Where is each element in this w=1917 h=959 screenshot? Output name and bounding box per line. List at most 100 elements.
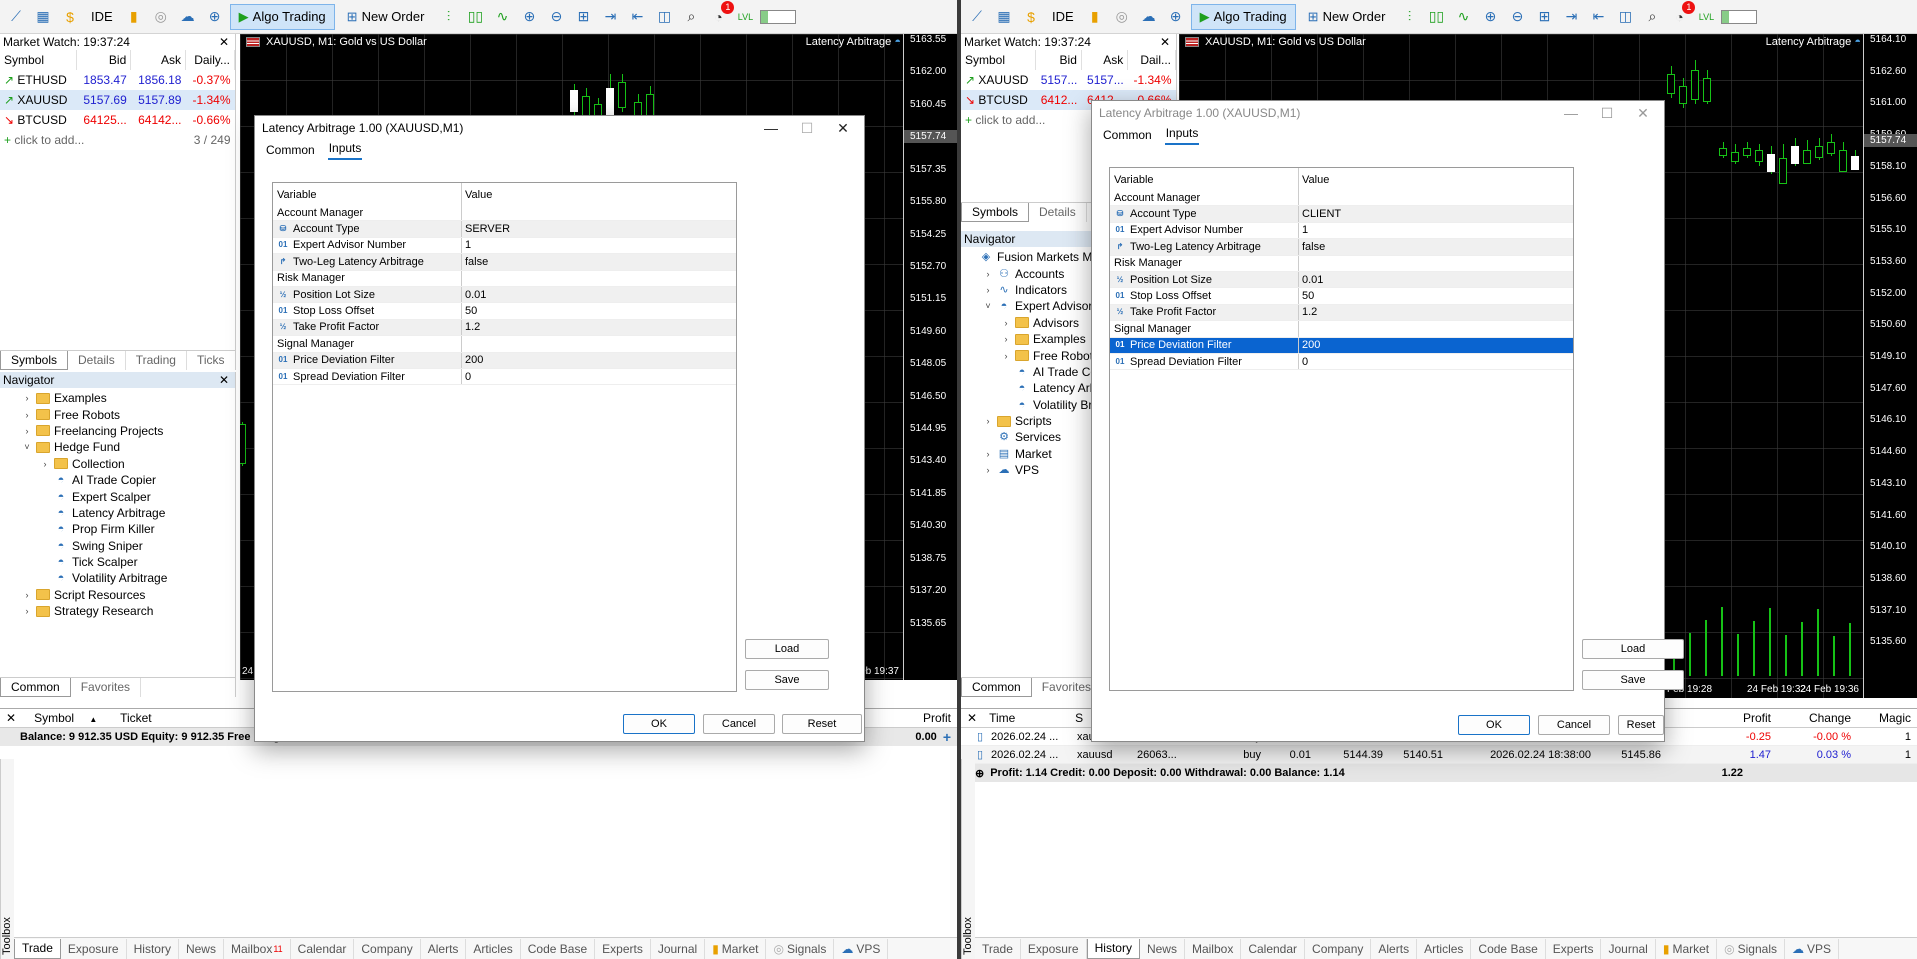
- close-icon[interactable]: ✕: [219, 373, 229, 387]
- tab-exposure[interactable]: Exposure: [61, 938, 127, 959]
- line-chart-icon[interactable]: ∿: [1451, 5, 1475, 29]
- grid-icon[interactable]: ⊞: [1532, 5, 1556, 29]
- tab-articles[interactable]: Articles: [1417, 938, 1472, 959]
- new-chart-icon[interactable]: ▦: [992, 5, 1016, 29]
- shop-icon[interactable]: ▮: [1083, 5, 1107, 29]
- expand-icon[interactable]: ›: [1001, 351, 1011, 361]
- market-icon[interactable]: $: [58, 5, 82, 29]
- input-row[interactable]: ½ Take Profit Factor 1.2: [273, 319, 736, 337]
- candles-icon[interactable]: ▯▯: [1424, 5, 1448, 29]
- tab-history[interactable]: History: [1086, 938, 1140, 959]
- col-symbol[interactable]: S: [1069, 711, 1089, 725]
- market-watch-row[interactable]: ↘ BTCUSD 64125... 64142... -0.66%: [0, 110, 235, 130]
- vps-icon[interactable]: ⊕: [1164, 5, 1188, 29]
- tab-symbols[interactable]: Symbols: [961, 203, 1030, 222]
- input-group-row[interactable]: Signal Manager: [273, 336, 736, 353]
- tab-articles[interactable]: Articles: [466, 938, 521, 959]
- input-row[interactable]: ½ Take Profit Factor 1.2: [1110, 304, 1573, 322]
- navigator-item[interactable]: ◓ Volatility Arbitrage: [0, 570, 235, 586]
- screenshot-icon[interactable]: ◫: [652, 5, 676, 29]
- input-value[interactable]: 1.2: [462, 320, 736, 335]
- market-watch-row[interactable]: ↗ ETHUSD 1853.47 1856.18 -0.37%: [0, 70, 235, 90]
- close-icon[interactable]: ✕: [961, 711, 983, 725]
- input-value[interactable]: 1.2: [1299, 305, 1573, 320]
- input-row[interactable]: ⛁ Account Type SERVER: [273, 221, 736, 238]
- input-row[interactable]: 01 Stop Loss Offset 50: [1110, 288, 1573, 305]
- navigator-item[interactable]: › Free Robots: [0, 406, 235, 422]
- tab-company[interactable]: Company: [1305, 938, 1372, 959]
- navigator-item[interactable]: ◓ Latency Arbitrage: [0, 505, 235, 521]
- col-symbol[interactable]: Symbol ▲: [22, 711, 114, 725]
- expand-icon[interactable]: ›: [983, 285, 993, 295]
- tab-ticks[interactable]: Ticks: [187, 351, 235, 370]
- tab-experts[interactable]: Experts: [1546, 938, 1602, 959]
- signals-icon[interactable]: ◎: [149, 5, 173, 29]
- chart-type-icon[interactable]: ⟋: [4, 5, 28, 29]
- shop-icon[interactable]: ▮: [122, 5, 146, 29]
- tab-journal[interactable]: Journal: [651, 938, 706, 959]
- navigator-item[interactable]: ◓ Tick Scalper: [0, 554, 235, 570]
- search-icon[interactable]: ⌕: [1640, 5, 1664, 29]
- zoom-in-icon[interactable]: ⊕: [1478, 5, 1502, 29]
- col-magic[interactable]: Magic: [1857, 711, 1917, 725]
- tab-market[interactable]: ▮ Market: [1656, 938, 1718, 959]
- expand-icon[interactable]: ›: [22, 590, 32, 600]
- ok-button[interactable]: OK: [1458, 715, 1530, 735]
- expand-icon[interactable]: ⊕: [975, 767, 990, 780]
- input-value[interactable]: [1299, 256, 1573, 271]
- input-row[interactable]: ↱ Two-Leg Latency Arbitrage false: [273, 254, 736, 271]
- navigator-item[interactable]: › Script Resources: [0, 587, 235, 603]
- input-value[interactable]: 0.01: [1299, 272, 1573, 287]
- tab-history[interactable]: History: [127, 938, 179, 959]
- ide-button[interactable]: IDE: [1046, 4, 1080, 30]
- input-value[interactable]: 50: [462, 303, 736, 318]
- load-button[interactable]: Load: [1582, 639, 1684, 659]
- expand-icon[interactable]: ˅: [22, 442, 32, 452]
- expand-icon[interactable]: ›: [22, 606, 32, 616]
- tab-trade[interactable]: Trade: [975, 938, 1021, 959]
- col-change[interactable]: Change: [1777, 711, 1857, 725]
- tab-signals[interactable]: ◎ Signals: [1717, 938, 1785, 959]
- market-icon[interactable]: $: [1019, 5, 1043, 29]
- input-value[interactable]: 200: [1299, 338, 1573, 353]
- tab-common[interactable]: Common: [265, 141, 316, 160]
- input-value[interactable]: 0.01: [462, 287, 736, 302]
- tab-common[interactable]: Common: [961, 678, 1032, 697]
- tab-favorites[interactable]: Favorites: [71, 678, 142, 697]
- input-value[interactable]: [462, 271, 736, 286]
- close-icon[interactable]: ✕: [1160, 35, 1170, 49]
- close-icon[interactable]: ✕: [219, 35, 229, 49]
- input-value[interactable]: CLIENT: [1299, 206, 1573, 221]
- tab-trade[interactable]: Trade: [14, 938, 61, 959]
- input-value[interactable]: 0: [1299, 354, 1573, 369]
- cloud-icon[interactable]: ☁: [1137, 5, 1161, 29]
- input-row[interactable]: 01 Spread Deviation Filter 0: [273, 368, 736, 386]
- expand-icon[interactable]: ›: [983, 449, 993, 459]
- zoom-in-icon[interactable]: ⊕: [517, 5, 541, 29]
- tab-code-base[interactable]: Code Base: [1471, 938, 1546, 959]
- toolbox-side-label[interactable]: Toolbox: [961, 759, 975, 959]
- algo-trading-button[interactable]: ▶ Algo Trading: [1190, 3, 1296, 30]
- candles-icon[interactable]: ▯▯: [463, 5, 487, 29]
- bar-chart-icon[interactable]: ⫶: [1397, 5, 1421, 29]
- tab-company[interactable]: Company: [354, 938, 421, 959]
- navigator-item[interactable]: ◓ Expert Scalper: [0, 488, 235, 504]
- input-row[interactable]: 01 Expert Advisor Number 1: [1110, 222, 1573, 240]
- tab-news[interactable]: News: [179, 938, 224, 959]
- navigator-item[interactable]: › Freelancing Projects: [0, 423, 235, 439]
- navigator-item[interactable]: ˅ Hedge Fund: [0, 439, 235, 455]
- input-row[interactable]: ½ Position Lot Size 0.01: [1110, 271, 1573, 289]
- col-time[interactable]: Time: [983, 711, 1069, 725]
- input-value[interactable]: [462, 336, 736, 351]
- input-value[interactable]: [1299, 321, 1573, 336]
- load-button[interactable]: Load: [745, 639, 829, 659]
- navigator-item[interactable]: › Collection: [0, 456, 235, 472]
- bar-chart-icon[interactable]: ⫶: [436, 5, 460, 29]
- reset-button[interactable]: Reset: [782, 714, 862, 734]
- search-icon[interactable]: ⌕: [679, 5, 703, 29]
- new-order-button[interactable]: ⊞ New Order: [1299, 4, 1395, 30]
- close-icon[interactable]: ✕: [0, 711, 22, 725]
- click-to-add[interactable]: click to add...: [975, 113, 1045, 127]
- input-group-row[interactable]: Account Manager: [1110, 190, 1573, 207]
- input-row[interactable]: 01 Price Deviation Filter 200: [273, 352, 736, 369]
